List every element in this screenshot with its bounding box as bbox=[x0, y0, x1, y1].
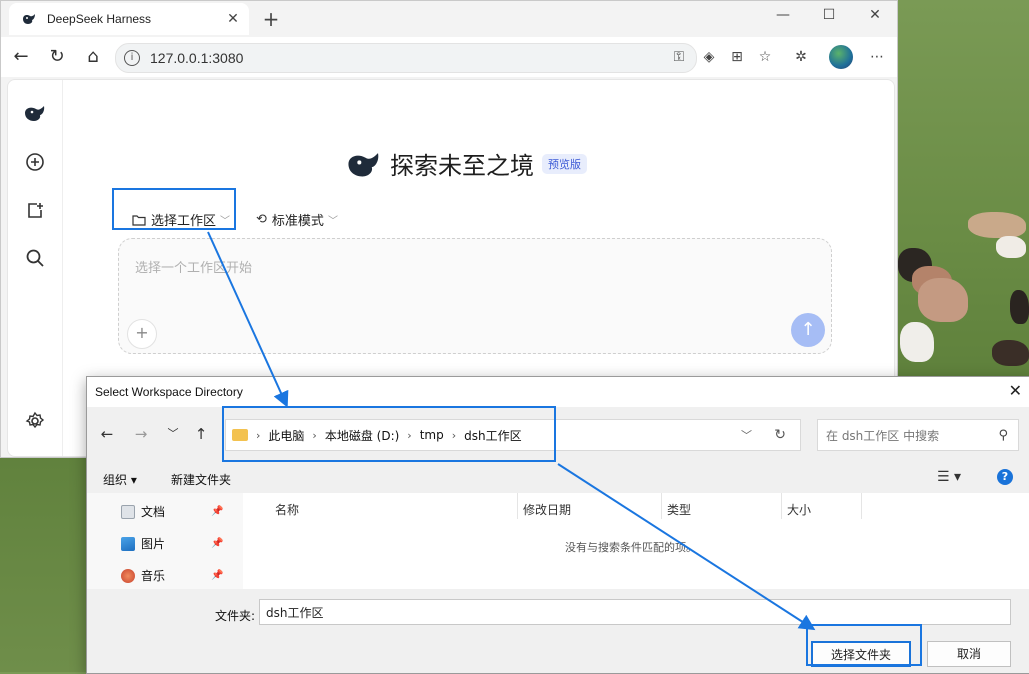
attach-plus-icon[interactable]: + bbox=[127, 319, 157, 349]
tab-close-icon[interactable]: ✕ bbox=[223, 11, 243, 27]
dialog-title: Select Workspace Directory bbox=[95, 385, 243, 399]
dialog-titlebar: Select Workspace Directory ✕ bbox=[87, 377, 1029, 407]
folder-search-input[interactable]: 在 dsh工作区 中搜索 ⚲ bbox=[817, 419, 1019, 451]
reload-icon[interactable]: ↻ bbox=[45, 45, 69, 69]
minimize-icon[interactable]: — bbox=[763, 7, 803, 23]
dialog-back-icon[interactable]: ← bbox=[97, 425, 117, 443]
folder-label: 文件夹: bbox=[215, 609, 256, 623]
column-header-size[interactable]: 大小 bbox=[787, 501, 811, 518]
nav-item-label: 文档 bbox=[141, 505, 166, 519]
empty-message: 没有与搜索条件匹配的项。 bbox=[565, 541, 697, 554]
copilot-icon[interactable]: ◈ bbox=[699, 47, 719, 67]
url-text: 127.0.0.1:3080 bbox=[150, 50, 244, 66]
nav-item-music[interactable]: 音乐 📌 bbox=[121, 567, 223, 584]
dialog-forward-icon[interactable]: → bbox=[131, 425, 151, 443]
preview-badge: 预览版 bbox=[542, 153, 587, 174]
breadcrumb[interactable]: › 此电脑 › 本地磁盘 (D:) › tmp › dsh工作区 ﹀ ↻ bbox=[225, 419, 801, 451]
pin-icon: 📌 bbox=[211, 570, 224, 581]
breadcrumb-item[interactable]: 本地磁盘 (D:) bbox=[325, 427, 399, 444]
back-arrow-icon[interactable]: ← bbox=[9, 45, 33, 69]
new-tab-icon[interactable]: + bbox=[259, 7, 283, 31]
folder-icon bbox=[132, 214, 146, 226]
favorite-star-icon[interactable]: ☆ bbox=[755, 47, 775, 67]
refresh-icon[interactable]: ↻ bbox=[774, 427, 786, 443]
deepseek-logo-icon bbox=[348, 152, 379, 176]
select-directory-dialog: Select Workspace Directory ✕ ← → ﹀ ↑ › 此… bbox=[86, 376, 1029, 674]
send-arrow-icon[interactable]: ↑ bbox=[791, 313, 825, 347]
dialog-command-bar: 组织 ▾ 新建文件夹 ☰ ▾ ? bbox=[87, 463, 1029, 493]
organize-menu[interactable]: 组织 ▾ bbox=[103, 471, 137, 488]
nav-item-label: 音乐 bbox=[141, 569, 166, 583]
chat-input-placeholder: 选择一个工作区开始 bbox=[135, 261, 253, 276]
deepseek-logo-icon bbox=[23, 14, 35, 24]
breadcrumb-item[interactable]: tmp bbox=[420, 428, 444, 442]
nav-item-label: 图片 bbox=[141, 537, 166, 551]
mode-picker-label: 标准模式 bbox=[271, 214, 324, 229]
cancel-button[interactable]: 取消 bbox=[927, 641, 1011, 667]
address-dropdown-icon[interactable]: ﹀ bbox=[741, 427, 752, 443]
hero-title-row: 探索未至之境 预览版 bbox=[346, 146, 587, 181]
music-icon bbox=[121, 568, 135, 583]
profile-avatar[interactable] bbox=[829, 45, 853, 69]
chevron-down-icon: ﹀ bbox=[220, 216, 231, 227]
recent-locations-icon[interactable]: ﹀ bbox=[163, 425, 183, 441]
chevron-down-icon: ﹀ bbox=[327, 216, 338, 227]
navigation-pane: 文档 📌 图片 📌 音乐 📌 bbox=[87, 493, 243, 589]
composer-options: 选择工作区 ﹀ ⟲ 标准模式 ﹀ bbox=[128, 206, 338, 233]
chat-input-box[interactable]: 选择一个工作区开始 + ↑ bbox=[118, 238, 832, 354]
select-folder-button[interactable]: 选择文件夹 bbox=[811, 641, 911, 667]
home-icon[interactable]: ⌂ bbox=[81, 45, 105, 69]
settings-gear-icon[interactable] bbox=[22, 408, 48, 434]
sidebar-logo-icon[interactable] bbox=[22, 100, 48, 126]
url-field[interactable]: i 127.0.0.1:3080 bbox=[115, 43, 697, 73]
more-menu-icon[interactable]: ⋯ bbox=[867, 47, 887, 67]
dialog-footer: 文件夹: dsh工作区 选择文件夹 取消 bbox=[87, 589, 1029, 673]
add-workspace-icon[interactable] bbox=[22, 198, 48, 224]
up-folder-icon[interactable]: ↑ bbox=[191, 425, 211, 443]
nav-item-documents[interactable]: 文档 📌 bbox=[121, 503, 223, 520]
key-icon[interactable]: ⚿ bbox=[669, 47, 689, 67]
help-icon[interactable]: ? bbox=[997, 469, 1013, 485]
browser-tab[interactable]: DeepSeek Harness ✕ bbox=[9, 3, 249, 35]
nav-item-pictures[interactable]: 图片 📌 bbox=[121, 535, 223, 552]
workspace-picker-label: 选择工作区 bbox=[151, 214, 217, 229]
mode-icon: ⟲ bbox=[256, 212, 267, 227]
apps-icon[interactable]: ⊞ bbox=[727, 47, 747, 67]
column-header-modified[interactable]: 修改日期 bbox=[523, 501, 571, 518]
maximize-icon[interactable]: ☐ bbox=[809, 7, 849, 23]
workspace-picker[interactable]: 选择工作区 ﹀ bbox=[128, 206, 234, 233]
file-list: 名称 修改日期 类型 大小 没有与搜索条件匹配的项。 bbox=[243, 493, 1029, 589]
new-folder-button[interactable]: 新建文件夹 bbox=[171, 471, 231, 488]
folder-icon bbox=[232, 429, 248, 441]
pin-icon: 📌 bbox=[211, 506, 224, 517]
search-icon[interactable] bbox=[22, 245, 48, 271]
view-options-icon[interactable]: ☰ ▾ bbox=[937, 469, 961, 485]
page-title: 探索未至之境 bbox=[390, 152, 534, 180]
column-header-type[interactable]: 类型 bbox=[667, 501, 691, 518]
search-icon: ⚲ bbox=[998, 427, 1008, 443]
site-info-icon[interactable]: i bbox=[124, 50, 140, 66]
document-icon bbox=[121, 504, 135, 519]
search-placeholder: 在 dsh工作区 中搜索 bbox=[826, 428, 940, 443]
window-close-icon[interactable]: ✕ bbox=[855, 7, 895, 23]
mode-picker[interactable]: ⟲ 标准模式 ﹀ bbox=[256, 210, 338, 229]
dialog-navigation: ← → ﹀ ↑ › 此电脑 › 本地磁盘 (D:) › tmp › dsh工作区… bbox=[87, 407, 1029, 463]
folder-name-field[interactable]: dsh工作区 bbox=[259, 599, 1011, 625]
new-chat-icon[interactable] bbox=[22, 149, 48, 175]
breadcrumb-item[interactable]: dsh工作区 bbox=[464, 427, 521, 444]
column-header-name[interactable]: 名称 bbox=[275, 501, 299, 518]
pin-icon: 📌 bbox=[211, 538, 224, 549]
breadcrumb-item[interactable]: 此电脑 bbox=[268, 427, 304, 444]
extensions-icon[interactable]: ✲ bbox=[791, 47, 811, 67]
address-bar-row: ← ↻ ⌂ i 127.0.0.1:3080 ⚿ ◈ ⊞ ☆ ✲ ⋯ bbox=[1, 37, 897, 77]
sidebar bbox=[8, 80, 63, 456]
tab-title: DeepSeek Harness bbox=[47, 12, 152, 26]
tab-strip: DeepSeek Harness ✕ + — ☐ ✕ bbox=[1, 1, 897, 37]
pictures-icon bbox=[121, 536, 135, 551]
dialog-close-icon[interactable]: ✕ bbox=[1009, 381, 1022, 400]
